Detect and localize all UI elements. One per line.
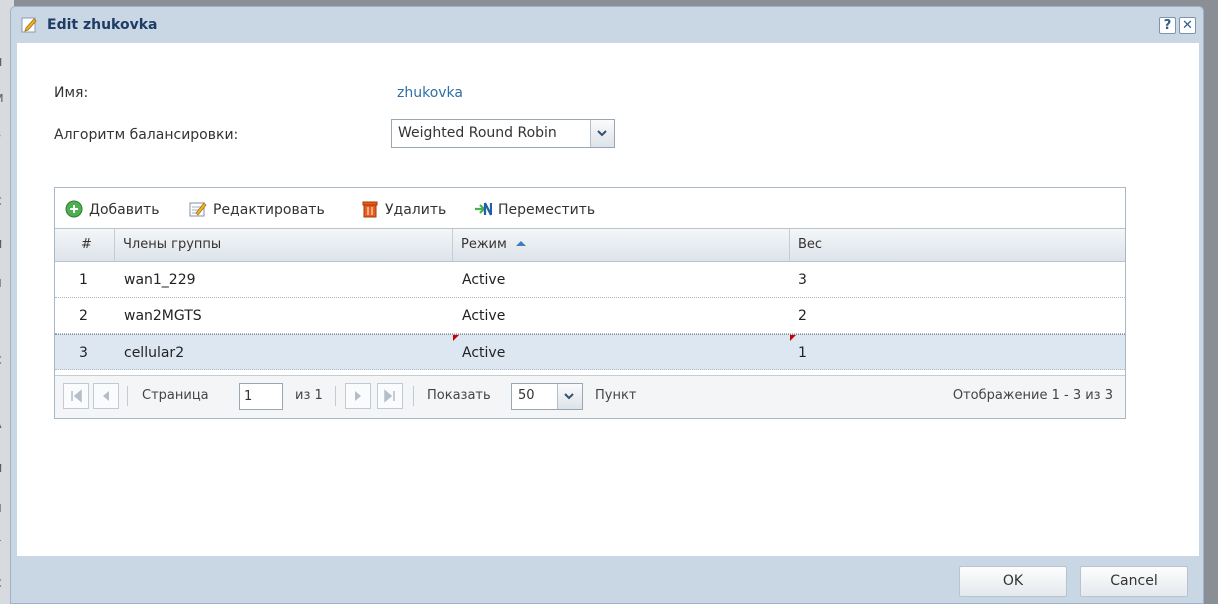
ok-button[interactable]: OK [959, 566, 1067, 597]
pager-separator [335, 386, 336, 406]
move-label: Переместить [498, 202, 596, 218]
pager-separator [127, 386, 128, 406]
row-mode: Active [462, 308, 506, 324]
col-members-header[interactable]: Члены группы [115, 229, 453, 261]
first-page-button[interactable] [63, 383, 89, 409]
dialog-title: Edit zhukovka [47, 17, 158, 33]
next-page-icon [355, 391, 361, 401]
bg-fragment: Н [0, 56, 10, 69]
edit-icon [189, 202, 207, 217]
bg-fragment: Я [0, 277, 10, 290]
name-label: Имя: [54, 85, 89, 101]
edit-button[interactable]: Редактировать [189, 200, 325, 218]
col-num-header[interactable]: # [55, 229, 115, 261]
page-size-value: 50 [518, 388, 535, 403]
modified-marker [790, 335, 796, 341]
row-mode: Active [462, 272, 506, 288]
close-button[interactable]: ✕ [1179, 17, 1196, 34]
row-num: 2 [79, 308, 88, 324]
row-member: wan2MGTS [124, 308, 202, 324]
dialog-titlebar[interactable]: Edit zhukovka ? ✕ [11, 7, 1203, 42]
edit-label: Редактировать [213, 202, 325, 218]
grid-header: # Члены группы Режим Вес [55, 228, 1125, 262]
add-button[interactable]: Добавить [65, 200, 159, 218]
grid-pager: Страница 1 из 1 Показать 50 Пункт Отобра… [55, 375, 1125, 418]
dialog-content: Имя: zhukovka Алгоритм балансировки: Wei… [17, 43, 1199, 556]
row-num: 3 [79, 345, 88, 361]
edit-pencil-icon [21, 17, 37, 33]
name-value: zhukovka [397, 85, 463, 101]
last-page-icon [384, 389, 395, 403]
item-label: Пункт [595, 388, 637, 403]
show-label: Показать [427, 388, 491, 403]
bg-fragment: И [0, 238, 10, 251]
last-page-button[interactable] [377, 383, 403, 409]
delete-button[interactable]: Удалить [361, 200, 446, 218]
chevron-down-icon [597, 130, 607, 137]
page-count: из 1 [295, 388, 323, 403]
bg-fragment: Я [0, 502, 10, 515]
cancel-button[interactable]: Cancel [1080, 566, 1188, 597]
display-summary: Отображение 1 - 3 из 3 [952, 388, 1113, 403]
page-number-input[interactable]: 1 [239, 383, 283, 410]
page-size-select[interactable]: 50 [511, 383, 583, 410]
move-icon [475, 202, 492, 216]
row-weight: 2 [798, 308, 807, 324]
modified-marker [453, 335, 459, 341]
algorithm-select[interactable]: Weighted Round Robin [391, 119, 615, 148]
members-grid: Добавить Редактировать Удалить Перемести… [54, 187, 1126, 419]
add-icon [65, 200, 83, 218]
row-mode[interactable]: Active [462, 335, 505, 371]
row-weight: 3 [798, 272, 807, 288]
delete-label: Удалить [385, 202, 447, 218]
bg-fragment: k [0, 312, 10, 325]
help-button[interactable]: ? [1159, 17, 1176, 34]
bg-fragment: А [0, 418, 10, 431]
first-page-icon [71, 389, 82, 403]
page-size-dropdown-button[interactable] [557, 384, 582, 409]
prev-page-icon [103, 391, 109, 401]
col-mode-header[interactable]: Режим [453, 229, 790, 261]
table-row[interactable]: 2 wan2MGTS Active 2 [55, 298, 1125, 334]
row-member: wan1_229 [124, 272, 196, 288]
bg-fragment: М [0, 92, 10, 105]
bg-fragment: И [0, 462, 10, 475]
table-row[interactable]: 1 wan1_229 Active 3 [55, 262, 1125, 298]
edit-dialog: Edit zhukovka ? ✕ Имя: zhukovka Алгоритм… [10, 6, 1204, 604]
move-button[interactable]: Переместить [474, 200, 595, 218]
bg-fragment: С [0, 195, 10, 208]
prev-page-button[interactable] [93, 383, 119, 409]
row-weight[interactable]: 1 [798, 335, 807, 371]
row-num: 1 [79, 272, 88, 288]
bg-fragment: З [0, 128, 10, 141]
bg-fragment: С [0, 354, 10, 367]
algorithm-dropdown-button[interactable] [590, 120, 614, 147]
bg-fragment: С [0, 577, 10, 590]
algorithm-select-value: Weighted Round Robin [398, 125, 557, 141]
table-row-selected[interactable]: 3 cellular2 Active 1 [55, 334, 1125, 370]
grid-toolbar: Добавить Редактировать Удалить Перемести… [55, 188, 1125, 228]
algorithm-label: Алгоритм балансировки: [54, 127, 239, 143]
page-label: Страница [142, 388, 209, 403]
sort-ascending-icon [515, 241, 526, 246]
next-page-button[interactable] [345, 383, 371, 409]
bg-fragment: Т [0, 538, 10, 551]
trash-icon [362, 201, 378, 218]
row-member: cellular2 [124, 345, 185, 361]
chevron-down-icon [564, 393, 574, 400]
col-mode-label: Режим [461, 237, 507, 252]
add-label: Добавить [89, 202, 160, 218]
pager-separator [413, 386, 414, 406]
col-weight-header[interactable]: Вес [790, 229, 1125, 261]
